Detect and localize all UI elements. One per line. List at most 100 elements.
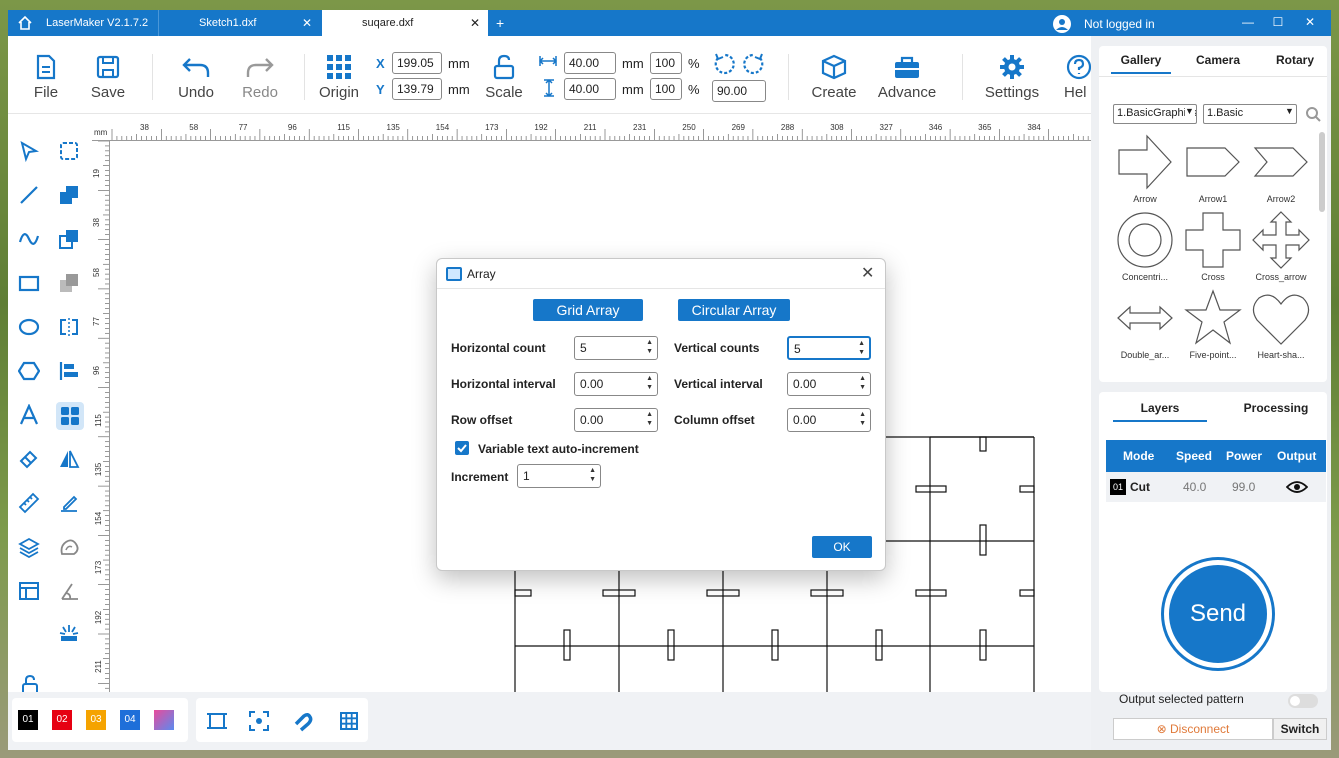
grid-icon[interactable] xyxy=(338,710,360,732)
vertical-counts-input[interactable]: 5 ▲ ▼ xyxy=(787,336,871,360)
output-selected-toggle[interactable] xyxy=(1288,694,1318,708)
rectangle-icon[interactable] xyxy=(18,272,40,294)
rotate-cw-icon[interactable] xyxy=(742,52,766,76)
shape-arrow2[interactable]: Arrow2 xyxy=(1249,132,1313,210)
add-tab-button[interactable]: + xyxy=(496,10,504,36)
user-avatar-icon[interactable] xyxy=(1053,15,1071,33)
redo-button[interactable]: Redo xyxy=(236,36,284,114)
align-icon[interactable] xyxy=(58,360,80,382)
layer-color-01[interactable]: 01 xyxy=(18,710,38,730)
search-icon[interactable] xyxy=(1305,106,1321,122)
shape-concentric[interactable]: Concentri... xyxy=(1113,210,1177,288)
spinner-arrows-icon[interactable]: ▲ ▼ xyxy=(859,410,866,428)
measure-ruler-icon[interactable] xyxy=(18,492,40,514)
vertical-interval-input[interactable]: 0.00 ▲ ▼ xyxy=(787,372,871,396)
settings-button[interactable]: Settings xyxy=(980,36,1044,114)
outline-icon[interactable] xyxy=(58,536,80,558)
spinner-arrows-icon[interactable]: ▲ ▼ xyxy=(859,374,866,392)
layer-mode[interactable]: Cut xyxy=(1130,480,1150,494)
eraser-icon[interactable] xyxy=(18,448,40,470)
polygon-icon[interactable] xyxy=(18,360,40,382)
tab-camera[interactable]: Camera xyxy=(1187,46,1249,74)
shape-heart[interactable]: Heart-sha... xyxy=(1249,288,1313,366)
undo-button[interactable]: Undo xyxy=(172,36,220,114)
close-tab-icon[interactable]: ✕ xyxy=(302,10,312,36)
switch-button[interactable]: Switch xyxy=(1273,718,1327,740)
shape-arrow[interactable]: Arrow xyxy=(1113,132,1177,210)
shape-double-arrow[interactable]: Double_ar... xyxy=(1113,288,1177,366)
shape-cross[interactable]: Cross xyxy=(1181,210,1245,288)
create-button[interactable]: Create xyxy=(808,36,860,114)
ok-button[interactable]: OK xyxy=(812,536,872,558)
edit-pen-icon[interactable] xyxy=(58,492,80,514)
horizontal-count-input[interactable]: 5 ▲ ▼ xyxy=(574,336,658,360)
rotation-input[interactable]: 90.00 xyxy=(712,80,766,102)
tab-gallery[interactable]: Gallery xyxy=(1111,46,1171,74)
close-window-button[interactable]: ✕ xyxy=(1298,10,1322,36)
spinner-arrows-icon[interactable]: ▲ ▼ xyxy=(589,466,596,484)
layer-color-04[interactable]: 04 xyxy=(120,710,140,730)
layout-icon[interactable] xyxy=(18,580,40,602)
array-tool-button[interactable] xyxy=(56,402,84,430)
variable-text-checkbox[interactable] xyxy=(455,441,469,455)
origin-button[interactable]: Origin xyxy=(314,36,364,114)
eye-icon[interactable] xyxy=(1286,479,1308,495)
home-icon[interactable] xyxy=(16,14,34,32)
layer-power[interactable]: 99.0 xyxy=(1232,480,1255,494)
tab-layers[interactable]: Layers xyxy=(1113,394,1207,422)
fit-frame-icon[interactable] xyxy=(206,710,228,732)
tab-app[interactable]: LaserMaker V2.1.7.2 xyxy=(46,10,156,36)
shape-five-point-star[interactable]: Five-point... xyxy=(1181,288,1245,366)
height-input[interactable]: 40.00 xyxy=(564,78,616,100)
disconnect-button[interactable]: ⊗ Disconnect xyxy=(1113,718,1273,740)
layer-row[interactable]: 01 Cut 40.0 99.0 xyxy=(1106,472,1326,502)
spinner-arrows-icon[interactable]: ▲ ▼ xyxy=(646,338,653,356)
horizontal-interval-input[interactable]: 0.00 ▲ ▼ xyxy=(574,372,658,396)
x-position-input[interactable]: 199.05 xyxy=(392,52,442,74)
laser-light-icon[interactable] xyxy=(58,622,80,644)
union-icon[interactable] xyxy=(58,184,80,206)
rotate-ccw-icon[interactable] xyxy=(712,52,736,76)
grid-array-button[interactable]: Grid Array xyxy=(533,299,643,321)
gallery-scrollbar[interactable] xyxy=(1319,132,1325,212)
tab-suqare[interactable]: suqare.dxf ✕ xyxy=(322,10,488,36)
mirror-icon[interactable] xyxy=(58,316,80,338)
tab-rotary[interactable]: Rotary xyxy=(1265,46,1325,74)
save-button[interactable]: Save xyxy=(86,36,130,114)
line-icon[interactable] xyxy=(18,184,40,206)
row-offset-input[interactable]: 0.00 ▲ ▼ xyxy=(574,408,658,432)
layer-speed[interactable]: 40.0 xyxy=(1183,480,1206,494)
column-offset-input[interactable]: 0.00 ▲ ▼ xyxy=(787,408,871,432)
send-button[interactable]: Send xyxy=(1164,560,1272,668)
file-button[interactable]: File xyxy=(24,36,68,114)
text-icon[interactable] xyxy=(18,404,40,426)
close-tab-icon[interactable]: ✕ xyxy=(470,10,480,36)
increment-input[interactable]: 1 ▲ ▼ xyxy=(517,464,601,488)
zoom-selection-icon[interactable] xyxy=(248,710,270,732)
minimize-button[interactable]: — xyxy=(1236,10,1260,36)
login-status[interactable]: Not logged in xyxy=(1084,10,1155,38)
layer-color-02[interactable]: 02 xyxy=(52,710,72,730)
shape-arrow1[interactable]: Arrow1 xyxy=(1181,132,1245,210)
spinner-arrows-icon[interactable]: ▲ ▼ xyxy=(646,410,653,428)
intersect-icon[interactable] xyxy=(58,272,80,294)
shape-cross-arrow[interactable]: Cross_arrow xyxy=(1249,210,1313,288)
tab-sketch1[interactable]: Sketch1.dxf ✕ xyxy=(158,10,320,36)
more-colors-button[interactable] xyxy=(154,710,174,730)
node-edit-icon[interactable] xyxy=(58,140,80,162)
subtract-icon[interactable] xyxy=(58,228,80,250)
layers-icon[interactable] xyxy=(18,536,40,558)
advance-button[interactable]: Advance xyxy=(874,36,940,114)
magnet-snap-icon[interactable] xyxy=(292,710,314,732)
height-percent-input[interactable]: 100 xyxy=(650,78,682,100)
dialog-close-button[interactable]: ✕ xyxy=(861,263,874,283)
y-position-input[interactable]: 139.79 xyxy=(392,78,442,100)
tab-processing[interactable]: Processing xyxy=(1229,394,1323,422)
help-button[interactable]: Hel xyxy=(1064,36,1092,114)
angle-icon[interactable] xyxy=(58,580,80,602)
circular-array-button[interactable]: Circular Array xyxy=(678,299,790,321)
spinner-arrows-icon[interactable]: ▲ ▼ xyxy=(858,339,865,357)
ellipse-icon[interactable] xyxy=(18,316,40,338)
spinner-arrows-icon[interactable]: ▲ ▼ xyxy=(646,374,653,392)
maximize-button[interactable]: ☐ xyxy=(1266,10,1290,36)
